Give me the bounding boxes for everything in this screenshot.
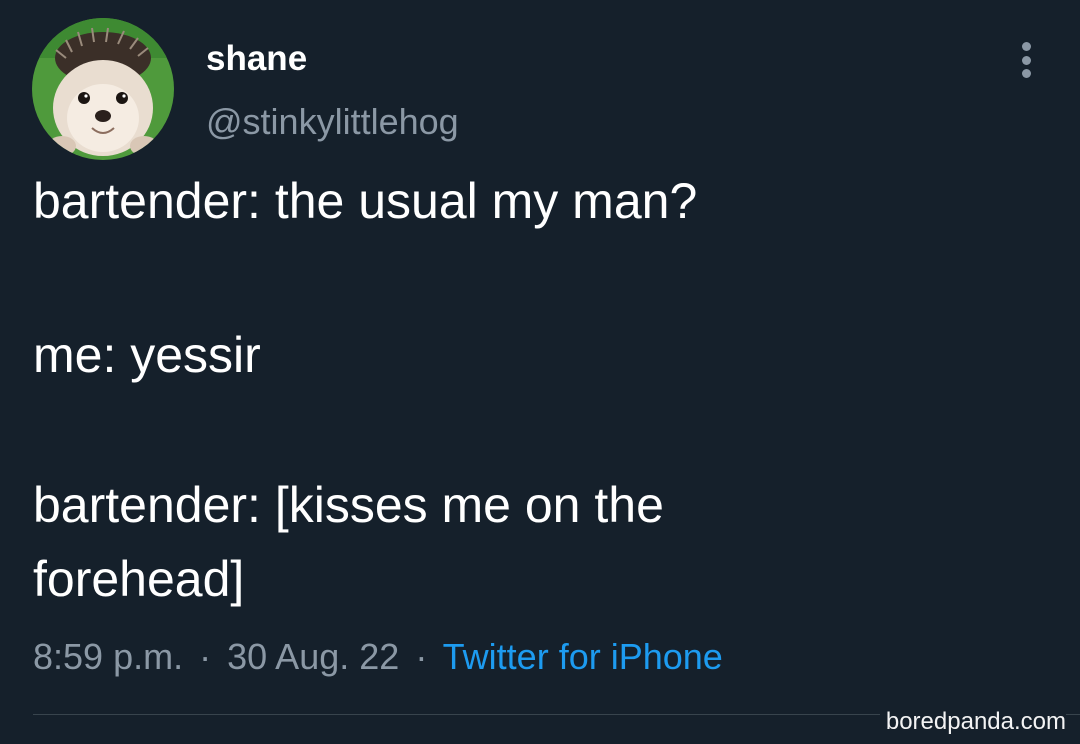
avatar[interactable] [32,18,174,160]
dot [1021,42,1031,51]
separator: · [199,636,212,677]
tweet-source-link[interactable]: Twitter for iPhone [443,636,723,677]
tweet-text-line: me: yessir [33,327,261,383]
more-options-icon[interactable] [1010,36,1042,84]
tweet-date[interactable]: 30 Aug. 22 [227,636,399,677]
separator: · [415,636,428,677]
watermark: boredpanda.com [879,704,1066,740]
dot [1021,55,1031,65]
tweet-text-line: bartender: [kisses me on the [33,477,664,533]
username-handle[interactable]: @stinkylittlehog [206,100,459,144]
tweet-text-line: forehead] [33,551,245,607]
tweet-time[interactable]: 8:59 p.m. [33,636,183,677]
hedgehog-avatar-image [32,18,174,160]
dot [1021,69,1031,78]
tweet-metadata: 8:59 p.m. · 30 Aug. 22 · Twitter for iPh… [33,632,723,682]
tweet-text-line: bartender: the usual my man? [33,173,698,229]
display-name[interactable]: shane [206,38,307,80]
